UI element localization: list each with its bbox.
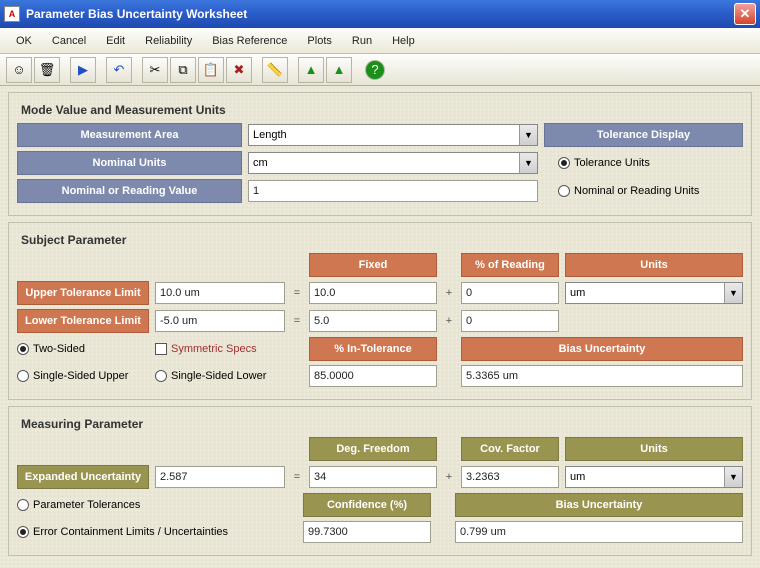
deg-freedom-label: Deg. Freedom (309, 437, 437, 461)
pct-reading-label: % of Reading (461, 253, 559, 277)
units-label-subject: Units (565, 253, 743, 277)
upper-tol-input[interactable]: 10.0 um (155, 282, 285, 304)
nominal-reading-value-input[interactable]: 1 (248, 180, 538, 202)
nominal-units-value: cm (253, 157, 268, 169)
confidence-label: Confidence (%) (303, 493, 431, 517)
bias-uncertainty-value-subject[interactable]: 5.3365 um (461, 365, 743, 387)
deg-freedom-input[interactable]: 34 (309, 466, 437, 488)
radio-error-containment[interactable]: Error Containment Limits / Uncertainties (17, 524, 297, 540)
menu-bar: OK Cancel Edit Reliability Bias Referenc… (0, 28, 760, 54)
chevron-down-icon[interactable]: ▼ (724, 283, 742, 303)
menu-bias-reference[interactable]: Bias Reference (202, 31, 297, 51)
radio-single-sided-upper[interactable]: Single-Sided Upper (17, 368, 149, 384)
measurement-area-dropdown[interactable]: Length ▼ (248, 124, 538, 146)
checkbox-symmetric-specs[interactable]: Symmetric Specs (155, 341, 285, 357)
bias-uncertainty-value-measuring[interactable]: 0.799 um (455, 521, 743, 543)
bias-uncertainty-label-measuring: Bias Uncertainty (455, 493, 743, 517)
radio-tolerance-units[interactable]: Tolerance Units (558, 155, 743, 171)
menu-help[interactable]: Help (382, 31, 425, 51)
paste-icon[interactable]: 📋 (198, 57, 224, 83)
subject-parameter-section: Subject Parameter Fixed % of Reading Uni… (8, 222, 752, 400)
pct-intolerance-label: % In-Tolerance (309, 337, 437, 361)
nominal-reading-value-label: Nominal or Reading Value (17, 179, 242, 203)
ruler-icon[interactable]: 📏 (262, 57, 288, 83)
bias-uncertainty-label-subject: Bias Uncertainty (461, 337, 743, 361)
menu-edit[interactable]: Edit (96, 31, 135, 51)
lower-tol-input[interactable]: -5.0 um (155, 310, 285, 332)
title-bar: A Parameter Bias Uncertainty Worksheet ✕ (0, 0, 760, 28)
nominal-units-dropdown[interactable]: cm ▼ (248, 152, 538, 174)
pct-intolerance-value[interactable]: 85.0000 (309, 365, 437, 387)
mode-value-section: Mode Value and Measurement Units Measure… (8, 92, 752, 216)
radio-parameter-tolerances[interactable]: Parameter Tolerances (17, 497, 297, 513)
upper-fixed-input[interactable]: 10.0 (309, 282, 437, 304)
measuring-parameter-section: Measuring Parameter Deg. Freedom Cov. Fa… (8, 406, 752, 556)
toolbar: ☺ 🗑 ▶ ↶ ✂ ⧉ 📋 ✖ 📏 ▲ ▲ ? (0, 54, 760, 86)
triangle-icon-1[interactable]: ▲ (298, 57, 324, 83)
delete-icon[interactable]: ✖ (226, 57, 252, 83)
menu-ok[interactable]: OK (6, 31, 42, 51)
lower-tol-label: Lower Tolerance Limit (17, 309, 149, 333)
menu-cancel[interactable]: Cancel (42, 31, 96, 51)
section-title-mode: Mode Value and Measurement Units (17, 97, 743, 123)
section-title-subject: Subject Parameter (17, 227, 743, 253)
expanded-uncertainty-input[interactable]: 2.587 (155, 466, 285, 488)
chevron-down-icon[interactable]: ▼ (519, 153, 537, 173)
help-icon[interactable]: ? (365, 60, 385, 80)
radio-single-sided-lower[interactable]: Single-Sided Lower (155, 368, 285, 384)
cov-factor-input[interactable]: 3.2363 (461, 466, 559, 488)
menu-run[interactable]: Run (342, 31, 382, 51)
fixed-label: Fixed (309, 253, 437, 277)
close-button[interactable]: ✕ (734, 3, 756, 25)
menu-plots[interactable]: Plots (297, 31, 341, 51)
nominal-units-label: Nominal Units (17, 151, 242, 175)
measurement-area-label: Measurement Area (17, 123, 242, 147)
copy-icon[interactable]: ⧉ (170, 57, 196, 83)
app-icon: A (4, 6, 20, 22)
confidence-value[interactable]: 99.7300 (303, 521, 431, 543)
menu-reliability[interactable]: Reliability (135, 31, 202, 51)
tolerance-display-label: Tolerance Display (544, 123, 743, 147)
cut-icon[interactable]: ✂ (142, 57, 168, 83)
section-title-measuring: Measuring Parameter (17, 411, 743, 437)
expanded-uncertainty-label: Expanded Uncertainty (17, 465, 149, 489)
smiley-icon[interactable]: ☺ (6, 57, 32, 83)
cov-factor-label: Cov. Factor (461, 437, 559, 461)
units-label-measuring: Units (565, 437, 743, 461)
triangle-icon-2[interactable]: ▲ (326, 57, 352, 83)
play-icon[interactable]: ▶ (70, 57, 96, 83)
lower-fixed-input[interactable]: 5.0 (309, 310, 437, 332)
trash-icon[interactable]: 🗑 (34, 57, 60, 83)
upper-tol-label: Upper Tolerance Limit (17, 281, 149, 305)
measurement-area-value: Length (253, 129, 287, 141)
window-title: Parameter Bias Uncertainty Worksheet (26, 7, 247, 21)
radio-nominal-reading-units[interactable]: Nominal or Reading Units (558, 183, 743, 199)
chevron-down-icon[interactable]: ▼ (724, 467, 742, 487)
chevron-down-icon[interactable]: ▼ (519, 125, 537, 145)
subject-units-dropdown[interactable]: um ▼ (565, 282, 743, 304)
undo-icon[interactable]: ↶ (106, 57, 132, 83)
lower-pct-input[interactable]: 0 (461, 310, 559, 332)
upper-pct-input[interactable]: 0 (461, 282, 559, 304)
measuring-units-dropdown[interactable]: um ▼ (565, 466, 743, 488)
radio-two-sided[interactable]: Two-Sided (17, 341, 149, 357)
